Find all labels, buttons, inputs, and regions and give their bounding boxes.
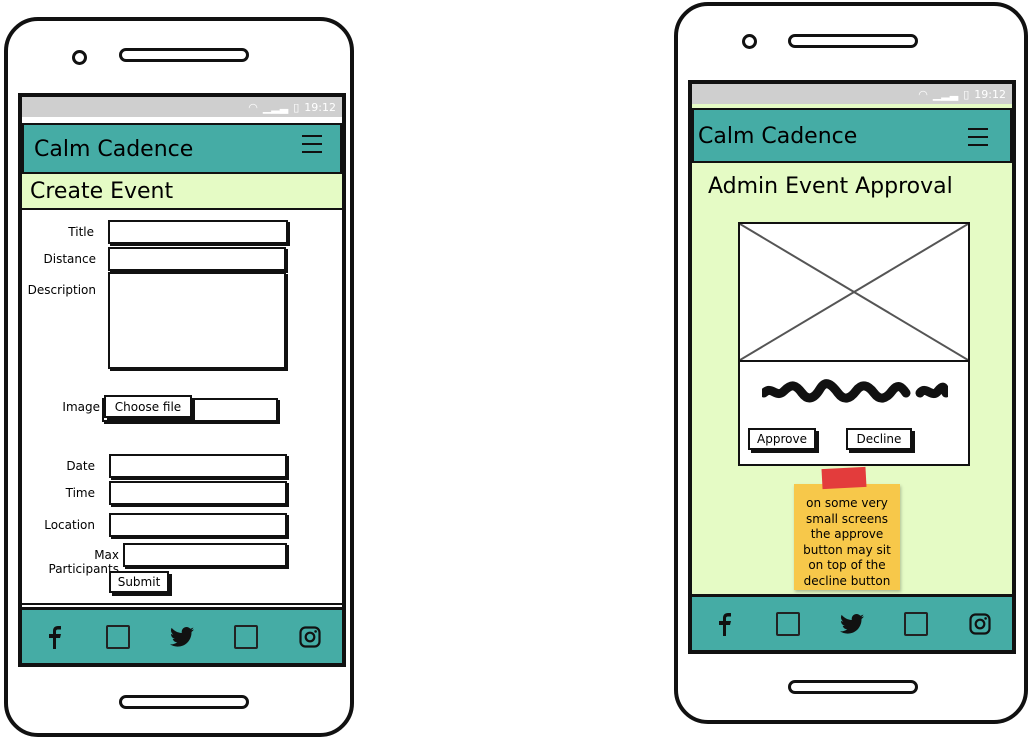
signal-icon: ▁▂▃ [932, 87, 959, 101]
sticky-note: on some very small screens the approve b… [794, 466, 900, 590]
battery-icon: ▯ [293, 100, 300, 114]
approve-button[interactable]: Approve [748, 428, 816, 450]
facebook-icon[interactable] [712, 612, 736, 636]
tape-strip [821, 466, 867, 490]
speaker-icon [119, 48, 249, 62]
facebook-icon[interactable] [42, 625, 66, 649]
location-label: Location [44, 518, 95, 532]
app-header: Calm Cadence [22, 123, 342, 174]
status-time: 19:12 [304, 100, 336, 114]
page-title: Create Event [30, 179, 174, 204]
instagram-icon[interactable] [968, 612, 992, 636]
sticky-note-text: on some very small screens the approve b… [803, 496, 891, 588]
phone-right: ◠ ▁▂▃ ▯ 19:12 Calm Cadence Admin Event A… [674, 2, 1028, 724]
submit-button[interactable]: Submit [109, 571, 169, 593]
status-bar: ◠ ▁▂▃ ▯ 19:12 [22, 97, 342, 117]
wifi-icon: ◠ [918, 87, 928, 101]
square-icon[interactable] [106, 624, 130, 649]
app-header: Calm Cadence [692, 108, 1012, 163]
description-label: Description [27, 283, 96, 297]
page-title-bar: Create Event [22, 174, 342, 210]
screen-create-event: ◠ ▁▂▃ ▯ 19:12 Calm Cadence Create Event … [18, 93, 346, 667]
home-bar-icon [788, 680, 918, 694]
status-time: 19:12 [974, 87, 1006, 101]
phone-left: ◠ ▁▂▃ ▯ 19:12 Calm Cadence Create Event … [4, 17, 354, 737]
time-input[interactable] [109, 481, 287, 505]
battery-icon: ▯ [963, 87, 970, 101]
distance-input[interactable] [108, 247, 286, 271]
page-title: Admin Event Approval [708, 174, 953, 199]
title-input[interactable] [108, 220, 288, 244]
instagram-icon[interactable] [298, 625, 322, 649]
description-textarea[interactable] [108, 272, 286, 369]
brand-title[interactable]: Calm Cadence [698, 124, 857, 149]
speaker-icon [788, 34, 918, 48]
time-label: Time [65, 486, 95, 500]
event-card: Approve Decline [738, 222, 970, 466]
choose-file-button[interactable]: Choose file [104, 395, 192, 418]
hamburger-menu-icon[interactable] [968, 128, 988, 152]
max-participants-input[interactable] [123, 543, 287, 567]
twitter-icon[interactable] [170, 625, 194, 649]
social-footer [22, 607, 342, 663]
signal-icon: ▁▂▃ [262, 100, 289, 114]
square-icon[interactable] [904, 611, 928, 636]
square-icon[interactable] [234, 624, 258, 649]
status-bar: ◠ ▁▂▃ ▯ 19:12 [692, 84, 1012, 104]
location-input[interactable] [109, 513, 287, 537]
social-footer [692, 594, 1012, 650]
decline-button[interactable]: Decline [846, 428, 912, 450]
date-label: Date [66, 459, 95, 473]
home-bar-icon [119, 695, 249, 709]
max-participants-label: Max Participants [48, 548, 120, 576]
camera-icon [72, 50, 87, 65]
event-image-placeholder [740, 224, 968, 362]
date-input[interactable] [109, 454, 287, 478]
redacted-text-scribble [759, 379, 951, 407]
image-label: Image [62, 400, 100, 414]
square-icon[interactable] [776, 611, 800, 636]
wifi-icon: ◠ [248, 100, 258, 114]
hamburger-menu-icon[interactable] [302, 135, 322, 159]
screen-admin-approval: ◠ ▁▂▃ ▯ 19:12 Calm Cadence Admin Event A… [688, 80, 1016, 654]
title-label: Title [68, 225, 94, 239]
distance-label: Distance [43, 252, 96, 266]
camera-icon [742, 34, 757, 49]
twitter-icon[interactable] [840, 612, 864, 636]
content-divider [22, 603, 342, 605]
brand-title[interactable]: Calm Cadence [34, 137, 193, 162]
